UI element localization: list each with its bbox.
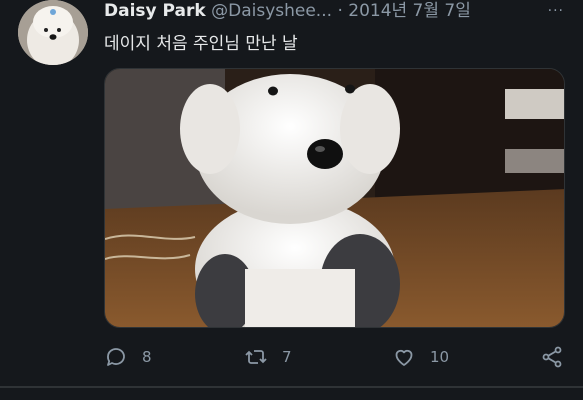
retweet-icon bbox=[245, 350, 267, 364]
reply-count: 8 bbox=[142, 348, 152, 366]
tweet-date[interactable]: 2014년 7월 7일 bbox=[348, 1, 471, 21]
sheepdog-puppy-photo bbox=[105, 69, 564, 327]
avatar[interactable] bbox=[18, 0, 88, 65]
share-icon bbox=[542, 346, 562, 368]
reply-icon bbox=[107, 348, 125, 366]
like-count: 10 bbox=[430, 348, 450, 366]
heart-icon bbox=[395, 349, 413, 366]
more-options-icon[interactable]: ··· bbox=[548, 0, 564, 22]
like-button[interactable]: 10 bbox=[392, 342, 449, 372]
tweet-text: 데이지 처음 주인님 만난 날 bbox=[104, 34, 298, 54]
tweet-actions: 8 7 10 bbox=[104, 342, 565, 372]
tweet-header: Daisy Park @Daisyshee... · 2014년 7월 7일 ·… bbox=[104, 0, 564, 22]
retweet-count: 7 bbox=[282, 348, 292, 366]
tweet-divider bbox=[0, 386, 583, 388]
reply-button[interactable]: 8 bbox=[104, 342, 152, 372]
tweet[interactable]: Daisy Park @Daisyshee... · 2014년 7월 7일 ·… bbox=[0, 0, 583, 386]
user-handle[interactable]: @Daisyshee... bbox=[211, 1, 332, 21]
tweet-media-photo[interactable] bbox=[104, 68, 565, 328]
display-name[interactable]: Daisy Park bbox=[104, 1, 206, 21]
retweet-button[interactable]: 7 bbox=[244, 342, 292, 372]
separator-dot: · bbox=[337, 1, 343, 21]
share-button[interactable] bbox=[540, 342, 564, 372]
